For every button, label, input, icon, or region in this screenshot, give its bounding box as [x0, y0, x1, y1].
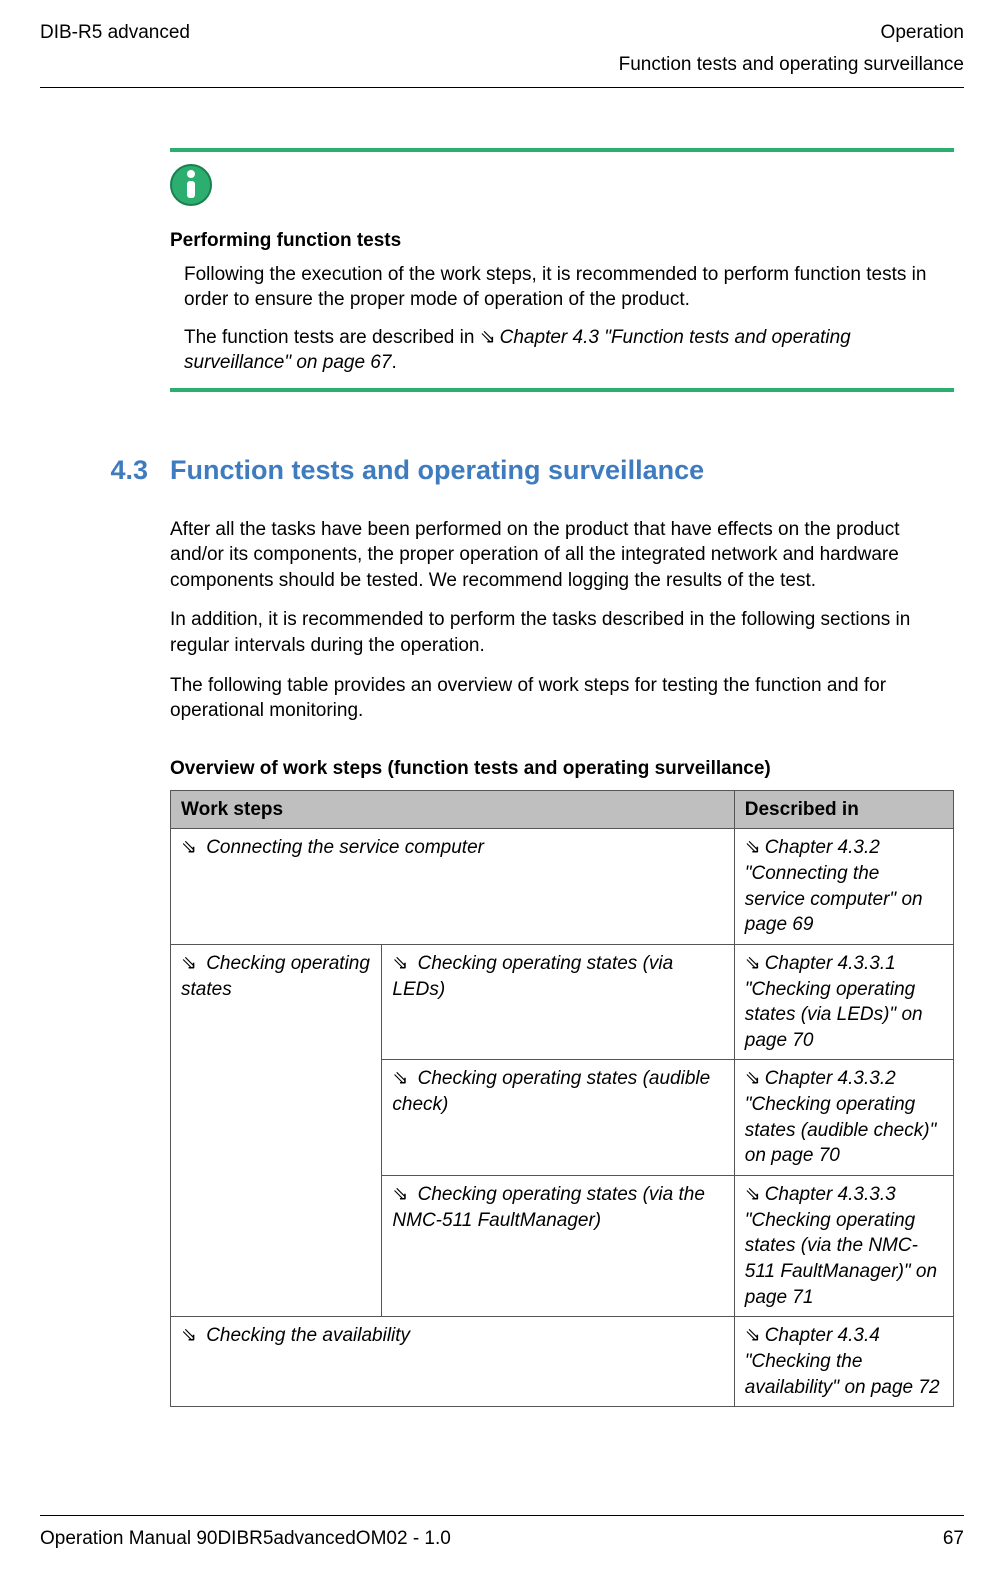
desc-cell: ⇘Chapter 4.3.3.3 "Checking operating sta…	[734, 1176, 953, 1317]
info-bottom-rule	[170, 388, 954, 392]
reference-arrow-icon: ⇘	[745, 951, 761, 977]
reference-arrow-icon: ⇘	[745, 1066, 761, 1092]
ws-label[interactable]: Connecting the service computer	[206, 837, 484, 858]
section-title: Function tests and operating surveillanc…	[170, 452, 704, 488]
page-footer: Operation Manual 90DIBR5advancedOM02 - 1…	[40, 1515, 964, 1552]
th-work-steps: Work steps	[171, 790, 735, 829]
reference-arrow-icon: ⇘	[181, 1323, 197, 1349]
section-heading: 4.3 Function tests and operating surveil…	[40, 452, 964, 488]
page-number: 67	[943, 1526, 964, 1552]
desc-cell: ⇘Chapter 4.3.3.2 "Checking operating sta…	[734, 1060, 953, 1176]
desc-cell: ⇘Chapter 4.3.3.1 "Checking operating sta…	[734, 944, 953, 1060]
reference-arrow-icon: ⇘	[745, 1323, 761, 1349]
info-p2-suffix: .	[391, 352, 396, 373]
info-top-rule	[170, 148, 954, 152]
ws-connecting-service-computer: ⇘ Connecting the service computer	[171, 829, 735, 945]
ws-sub-label[interactable]: Checking operating states (via LEDs)	[392, 953, 673, 1000]
body-paragraph-2: In addition, it is recommended to perfor…	[170, 607, 954, 658]
ws-sub-audible: ⇘ Checking operating states (audible che…	[382, 1060, 734, 1176]
info-p2-prefix: The function tests are described in	[184, 327, 480, 348]
footer-divider	[40, 1515, 964, 1516]
info-paragraph-2: The function tests are described in ⇘Cha…	[184, 325, 944, 376]
table-title: Overview of work steps (function tests a…	[170, 756, 954, 782]
header-subtitle: Function tests and operating surveillanc…	[40, 52, 964, 78]
body-paragraph-1: After all the tasks have been performed …	[170, 517, 954, 594]
desc-ref[interactable]: Chapter 4.3.2 "Connecting the service co…	[745, 837, 923, 935]
ws-sub-label[interactable]: Checking operating states (via the NMC-5…	[392, 1184, 704, 1231]
reference-arrow-icon: ⇘	[392, 1066, 408, 1092]
th-described-in: Described in	[734, 790, 953, 829]
header-left: DIB-R5 advanced	[40, 20, 190, 46]
ws-sub-faultmanager: ⇘ Checking operating states (via the NMC…	[382, 1176, 734, 1317]
work-steps-table: Work steps Described in ⇘ Connecting the…	[170, 790, 954, 1407]
desc-ref[interactable]: Chapter 4.3.4 "Checking the availability…	[745, 1325, 940, 1397]
ws-sub-label[interactable]: Checking operating states (audible check…	[392, 1068, 710, 1115]
table-row: ⇘ Checking the availability ⇘Chapter 4.3…	[171, 1317, 954, 1407]
info-icon	[170, 164, 954, 214]
table-row: ⇘ Checking operating states ⇘ Checking o…	[171, 944, 954, 1060]
desc-cell: ⇘Chapter 4.3.4 "Checking the availabilit…	[734, 1317, 953, 1407]
body-paragraph-3: The following table provides an overview…	[170, 673, 954, 724]
info-title: Performing function tests	[170, 228, 954, 254]
footer-left: Operation Manual 90DIBR5advancedOM02 - 1…	[40, 1526, 451, 1552]
ws-label[interactable]: Checking the availability	[206, 1325, 410, 1346]
reference-arrow-icon: ⇘	[392, 1182, 408, 1208]
reference-arrow-icon: ⇘	[480, 325, 496, 351]
header-divider	[40, 87, 964, 88]
reference-arrow-icon: ⇘	[745, 1182, 761, 1208]
ws-sub-leds: ⇘ Checking operating states (via LEDs)	[382, 944, 734, 1060]
reference-arrow-icon: ⇘	[181, 835, 197, 861]
ws-label[interactable]: Checking operating states	[181, 953, 370, 1000]
table-row: ⇘ Connecting the service computer ⇘Chapt…	[171, 829, 954, 945]
desc-ref[interactable]: Chapter 4.3.3.1 "Checking operating stat…	[745, 953, 923, 1051]
header-right: Operation	[881, 20, 964, 46]
section-number: 4.3	[40, 452, 170, 488]
reference-arrow-icon: ⇘	[745, 835, 761, 861]
desc-ref[interactable]: Chapter 4.3.3.2 "Checking operating stat…	[745, 1068, 937, 1166]
ws-checking-availability: ⇘ Checking the availability	[171, 1317, 735, 1407]
reference-arrow-icon: ⇘	[392, 951, 408, 977]
ws-checking-operating-states: ⇘ Checking operating states	[171, 944, 382, 1316]
desc-cell: ⇘Chapter 4.3.2 "Connecting the service c…	[734, 829, 953, 945]
info-paragraph-1: Following the execution of the work step…	[184, 262, 944, 313]
desc-ref[interactable]: Chapter 4.3.3.3 "Checking operating stat…	[745, 1184, 937, 1308]
reference-arrow-icon: ⇘	[181, 951, 197, 977]
